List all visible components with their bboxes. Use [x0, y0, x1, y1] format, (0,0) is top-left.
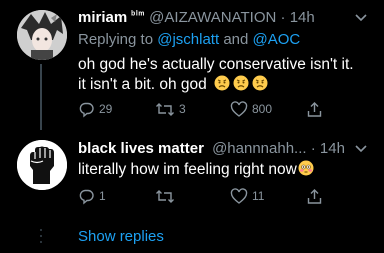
tweet-header: miriam ᵇˡᵐ @AIZAWANATION · 14h [78, 9, 315, 29]
like-count: 11 [252, 189, 265, 203]
replying-prefix: Replying to [78, 31, 154, 48]
thread-connector [40, 64, 42, 130]
avatar[interactable] [17, 10, 67, 60]
tweet-black-lives-matter[interactable]: black lives matter @hannnahh... · 14h li… [0, 130, 384, 230]
name-badge: ᵇˡᵐ [131, 10, 146, 21]
worried-face-emoji [214, 75, 230, 91]
like-button[interactable]: 11 [230, 186, 264, 206]
retweet-icon [156, 189, 174, 203]
reply-icon [79, 189, 94, 204]
like-button[interactable]: 800 [230, 99, 272, 119]
display-name[interactable]: black lives matter [78, 140, 204, 157]
retweet-button[interactable]: 3 [155, 99, 186, 119]
heart-icon [230, 100, 248, 117]
separator: · [280, 9, 286, 26]
user-handle[interactable]: @AIZAWANATION [149, 9, 276, 26]
tweet-text: literally how im feeling right now [78, 160, 314, 180]
reply-button[interactable]: 29 [78, 99, 112, 119]
tweet-text-content: literally how im feeling right now [78, 161, 297, 178]
retweet-icon [156, 102, 174, 116]
heart-icon [230, 187, 248, 204]
worried-face-emoji [252, 75, 268, 91]
separator: · [310, 140, 316, 157]
chevron-down-icon[interactable] [354, 142, 368, 156]
raised-fist-icon [17, 140, 67, 190]
mention-jschlatt[interactable]: @jschlatt [157, 31, 219, 48]
tweet-text: it isn't a bit. oh god [78, 76, 207, 93]
timestamp[interactable]: 14h [320, 140, 345, 157]
retweet-button[interactable] [155, 186, 179, 206]
share-icon [307, 188, 322, 204]
retweet-count: 3 [179, 102, 186, 116]
replying-to: Replying to @jschlatt and @AOC [78, 31, 300, 49]
timestamp[interactable]: 14h [290, 9, 315, 26]
replying-and: and [223, 31, 249, 48]
tweet-actions: 1 11 [78, 186, 368, 206]
like-count: 800 [252, 102, 273, 116]
avatar[interactable] [17, 140, 67, 190]
reply-count: 1 [99, 189, 106, 203]
tweet-actions: 29 3 800 [78, 99, 368, 119]
reply-icon [79, 102, 94, 117]
tweet-text-line-2: it isn't a bit. oh god [78, 75, 268, 95]
share-button[interactable] [306, 186, 323, 206]
user-handle[interactable]: @hannnahh... [212, 140, 306, 157]
share-button[interactable] [306, 99, 323, 119]
tweet-text-line-1: oh god he's actually conservative isn't … [78, 56, 354, 73]
worried-face-emoji [233, 75, 249, 91]
more-replies-dots-icon [40, 229, 42, 243]
share-icon [307, 101, 322, 117]
display-name[interactable]: miriam [78, 9, 127, 26]
tweet-miriam[interactable]: miriam ᵇˡᵐ @AIZAWANATION · 14h Replying to… [0, 0, 384, 130]
reply-button[interactable]: 1 [78, 186, 106, 206]
mention-aoc[interactable]: @AOC [253, 31, 301, 48]
reply-count: 29 [99, 102, 113, 116]
chevron-down-icon[interactable] [354, 11, 368, 25]
flushed-face-emoji [298, 160, 314, 176]
avatar-anime-character [17, 10, 67, 60]
tweet-header: black lives matter @hannnahh... · 14h [78, 140, 345, 158]
show-replies-link[interactable]: Show replies [78, 228, 164, 245]
